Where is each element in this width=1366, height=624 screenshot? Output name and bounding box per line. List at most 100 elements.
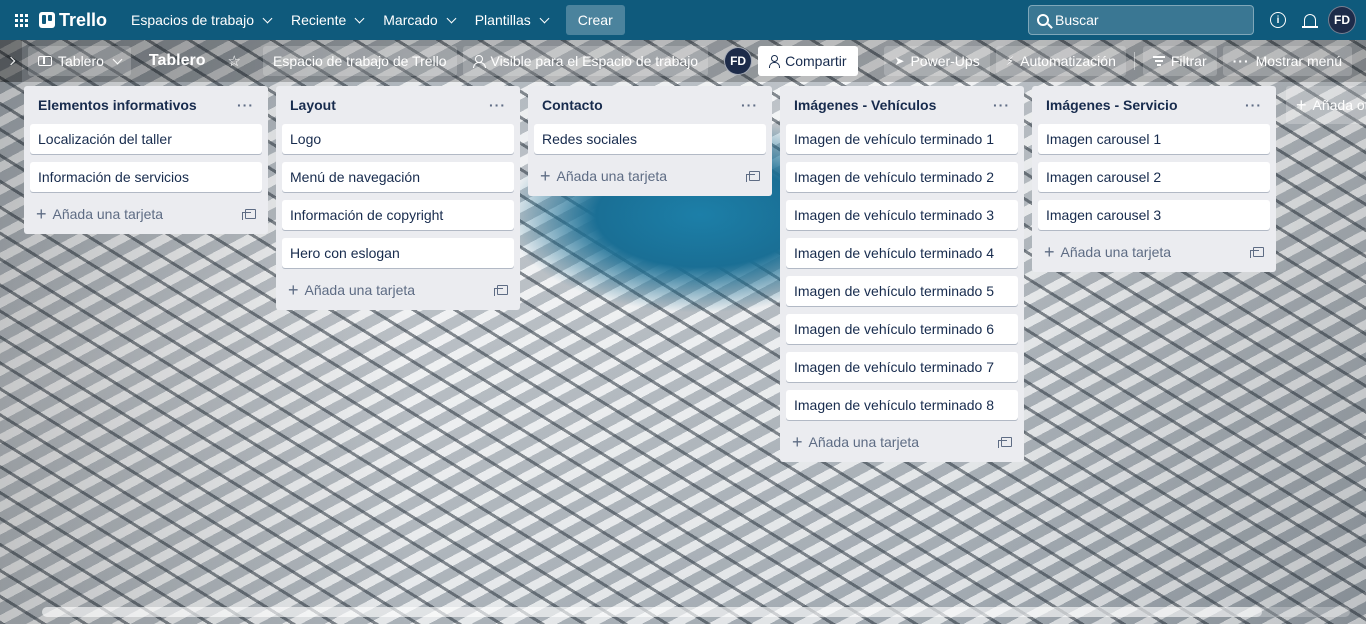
info-icon: i (1270, 12, 1286, 28)
card[interactable]: Imagen de vehículo terminado 7 (786, 352, 1018, 382)
add-card-button[interactable]: + Añada una tarjeta (540, 166, 667, 186)
list-menu-icon[interactable]: ··· (741, 98, 758, 112)
card[interactable]: Imagen de vehículo terminado 1 (786, 124, 1018, 154)
people-icon (472, 55, 486, 68)
show-menu-button[interactable]: ··· Mostrar menú (1222, 46, 1352, 76)
add-card-button[interactable]: + Añada una tarjeta (288, 281, 415, 299)
board-header-actions: ➤ Power-Ups ⚡ Automatización Filtrar ···… (884, 46, 1366, 76)
app-switcher-icon[interactable] (11, 10, 31, 30)
powerups-button[interactable]: ➤ Power-Ups (884, 46, 990, 76)
list-menu-icon[interactable]: ··· (489, 98, 506, 112)
list-header: Contacto ··· (534, 90, 766, 120)
info-button[interactable]: i (1262, 4, 1294, 36)
card[interactable]: Imagen de vehículo terminado 8 (786, 390, 1018, 420)
account-button[interactable]: FD (1326, 4, 1358, 36)
share-label: Compartir (785, 53, 847, 69)
list[interactable]: Imágenes - Servicio ··· Imagen carousel 1 I… (1032, 86, 1276, 272)
plus-icon: + (540, 166, 551, 186)
card[interactable]: Imagen de vehículo terminado 5 (786, 276, 1018, 306)
view-switcher-label: Tablero (58, 53, 104, 69)
card[interactable]: Logo (282, 124, 514, 154)
bell-icon (1302, 14, 1318, 28)
trello-logo[interactable]: Trello (39, 10, 107, 31)
sidebar-toggle[interactable] (0, 40, 22, 82)
list-header: Layout ··· (282, 90, 514, 120)
card-template-icon[interactable] (242, 209, 256, 220)
automation-label: Automatización (1020, 53, 1116, 69)
menu-starred-label: Marcado (383, 12, 438, 28)
list-menu-icon[interactable]: ··· (993, 98, 1010, 112)
scrollbar-thumb[interactable] (42, 607, 1262, 617)
add-card-button[interactable]: + Añada una tarjeta (36, 204, 164, 224)
list[interactable]: Layout ··· Logo Menú de navegación Informaci… (276, 86, 520, 310)
card[interactable]: Localización del taller (30, 124, 262, 154)
logo-text: Trello (59, 9, 108, 30)
list-header: Elementos informativos ··· (30, 90, 262, 120)
plus-icon: + (36, 204, 47, 224)
chevron-down-icon (262, 13, 273, 23)
card-template-icon[interactable] (998, 437, 1012, 448)
add-card-row: + Añada una tarjeta (30, 200, 262, 228)
list-title[interactable]: Layout (290, 97, 336, 113)
add-card-row: + Añada una tarjeta (282, 276, 514, 304)
chevron-down-icon (446, 13, 457, 23)
view-switcher-button[interactable]: Tablero (28, 46, 131, 76)
card[interactable]: Hero con eslogan (282, 238, 514, 268)
add-card-button[interactable]: + Añada una tarjeta (1044, 243, 1171, 261)
list-menu-icon[interactable]: ··· (1245, 98, 1262, 112)
board-member-avatar[interactable]: FD (724, 47, 753, 75)
card[interactable]: Imagen de vehículo terminado 3 (786, 200, 1018, 230)
add-card-label: Añada una tarjeta (52, 206, 164, 222)
card[interactable]: Información de copyright (282, 200, 514, 230)
add-card-button[interactable]: + Añada una tarjeta (792, 433, 920, 451)
card-template-icon[interactable] (494, 285, 508, 296)
card[interactable]: Imagen carousel 2 (1038, 162, 1270, 192)
card[interactable]: Imagen carousel 1 (1038, 124, 1270, 154)
menu-workspaces[interactable]: Espacios de trabajo (121, 6, 281, 34)
add-person-icon (769, 55, 781, 68)
menu-recent[interactable]: Reciente (281, 6, 373, 34)
filter-button[interactable]: Filtrar (1142, 46, 1217, 76)
card[interactable]: Imagen carousel 3 (1038, 200, 1270, 230)
add-card-label: Añada una tarjeta (808, 434, 920, 450)
list-title[interactable]: Imágenes - Servicio (1046, 97, 1178, 113)
card[interactable]: Imagen de vehículo terminado 2 (786, 162, 1018, 192)
search-icon (1037, 14, 1049, 26)
list-title[interactable]: Contacto (542, 97, 603, 113)
add-list-label: Añada otra lista (1312, 97, 1366, 113)
card[interactable]: Redes sociales (534, 124, 766, 154)
create-button[interactable]: Crear (565, 5, 625, 35)
menu-templates[interactable]: Plantillas (465, 6, 558, 34)
visibility-button[interactable]: Visible para el Espacio de trabajo (462, 46, 709, 76)
powerups-label: Power-Ups (910, 53, 980, 69)
card[interactable]: Imagen de vehículo terminado 6 (786, 314, 1018, 344)
menu-templates-label: Plantillas (474, 12, 531, 28)
menu-starred[interactable]: Marcado (373, 6, 464, 34)
list[interactable]: Imágenes - Vehículos ··· Imagen de vehícul… (780, 86, 1024, 462)
list-title[interactable]: Imágenes - Vehículos (794, 97, 936, 113)
card[interactable]: Menú de navegación (282, 162, 514, 192)
plus-icon: + (1296, 95, 1307, 115)
board-view-icon (38, 56, 52, 66)
list-title[interactable]: Elementos informativos (38, 97, 197, 113)
search-input[interactable] (1055, 12, 1235, 28)
card[interactable]: Información de servicios (30, 162, 262, 192)
list[interactable]: Contacto ··· Redes sociales + Añada una tarj… (528, 86, 772, 196)
horizontal-scrollbar[interactable] (42, 607, 1350, 617)
card-template-icon[interactable] (746, 171, 760, 182)
visibility-label: Visible para el Espacio de trabajo (490, 53, 699, 69)
share-button[interactable]: Compartir (758, 46, 858, 76)
board-title[interactable]: Tablero (137, 52, 218, 70)
search-box[interactable] (1028, 5, 1254, 35)
notifications-button[interactable] (1294, 4, 1326, 36)
card-template-icon[interactable] (1250, 247, 1264, 258)
add-list-button[interactable]: + Añada otra lista (1286, 86, 1366, 124)
menu-recent-label: Reciente (290, 12, 347, 28)
rocket-icon: ➤ (894, 54, 905, 68)
workspace-button[interactable]: Espacio de trabajo de Trello (262, 46, 457, 76)
list[interactable]: Elementos informativos ··· Localización de… (24, 86, 268, 234)
card[interactable]: Imagen de vehículo terminado 4 (786, 238, 1018, 268)
automation-button[interactable]: ⚡ Automatización (995, 46, 1126, 76)
star-icon[interactable]: ☆ (218, 52, 251, 70)
list-menu-icon[interactable]: ··· (237, 98, 254, 112)
